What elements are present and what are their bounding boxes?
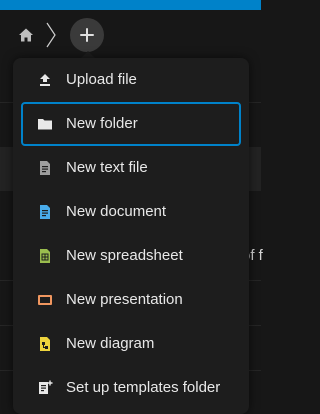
- templates-icon: [39, 380, 53, 394]
- breadcrumb-separator-icon: [46, 22, 56, 48]
- menu-item-set-up-templates-folder[interactable]: Set up templates folder: [21, 366, 241, 410]
- menu-item-new-spreadsheet[interactable]: New spreadsheet: [21, 234, 241, 278]
- menu-item-new-diagram[interactable]: New diagram: [21, 322, 241, 366]
- folder-icon: [38, 119, 52, 130]
- spreadsheet-icon: [40, 249, 50, 263]
- menu-item-new-presentation[interactable]: New presentation: [21, 278, 241, 322]
- add-new-button[interactable]: [70, 18, 104, 52]
- menu-item-upload-file[interactable]: Upload file: [21, 58, 241, 102]
- diagram-icon: [40, 337, 50, 351]
- home-icon[interactable]: [18, 27, 34, 43]
- upload-icon: [40, 74, 50, 86]
- menu-item-new-folder[interactable]: New folder: [21, 102, 241, 146]
- menu-item-new-document[interactable]: New document: [21, 190, 241, 234]
- breadcrumb: [0, 10, 261, 58]
- menu-item-new-text-file[interactable]: New text file: [21, 146, 241, 190]
- plus-icon: [80, 28, 94, 42]
- text-file-icon: [40, 161, 50, 175]
- new-menu: Upload file New folder New text file New…: [13, 58, 249, 414]
- header-bar: [0, 0, 261, 10]
- presentation-icon: [38, 295, 52, 305]
- document-icon: [40, 205, 50, 219]
